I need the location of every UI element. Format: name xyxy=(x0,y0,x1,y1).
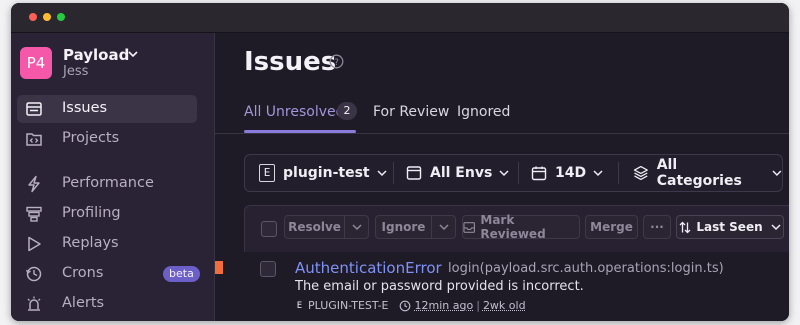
filter-divider xyxy=(518,162,519,184)
date-filter[interactable]: 14D xyxy=(531,155,603,191)
close-window-button[interactable] xyxy=(29,13,37,21)
sidebar-item-issues[interactable]: Issues xyxy=(17,95,197,123)
profiling-icon xyxy=(26,206,42,222)
org-avatar[interactable]: P4 xyxy=(20,47,52,79)
app-window: P4 Payload Jess Issues Projects Performa… xyxy=(11,3,789,321)
meta-separator: | xyxy=(476,299,480,312)
sidebar-item-label: Projects xyxy=(62,130,120,146)
mark-reviewed-button[interactable]: Mark Reviewed xyxy=(462,213,580,241)
maximize-window-button[interactable] xyxy=(57,13,65,21)
layers-icon xyxy=(633,165,648,181)
issue-culprit: login(payload.src.auth.operations:login.… xyxy=(448,261,724,276)
beta-badge: beta xyxy=(163,266,200,282)
svg-text:?: ? xyxy=(334,58,339,68)
main-content: Issues ? All Unresolved 2 For Review Ign… xyxy=(215,33,789,321)
issue-last-seen[interactable]: 12min ago xyxy=(415,299,474,312)
clock-icon xyxy=(399,300,410,311)
issues-icon xyxy=(26,102,42,116)
ignore-button[interactable]: Ignore xyxy=(375,215,432,239)
project-filter[interactable]: E plugin-test xyxy=(259,155,387,191)
chevron-down-icon xyxy=(593,170,603,177)
issue-short-id[interactable]: PLUGIN-TEST-E xyxy=(308,299,389,312)
chevron-down-icon[interactable] xyxy=(128,50,138,58)
org-name[interactable]: Payload xyxy=(63,46,129,64)
resolve-dropdown-button[interactable] xyxy=(344,215,369,239)
page-title: Issues xyxy=(244,47,337,77)
resolve-button[interactable]: Resolve xyxy=(284,215,345,239)
chevron-down-icon xyxy=(351,224,362,231)
sidebar-item-label: Alerts xyxy=(62,295,105,311)
issue-actions-bar: Resolve Ignore Mark Reviewed Merge ··· L… xyxy=(244,205,789,253)
project-badge: E xyxy=(259,164,275,182)
filter-divider xyxy=(618,162,619,184)
projects-icon xyxy=(26,133,42,146)
environment-filter-label: All Envs xyxy=(430,165,493,181)
window-icon xyxy=(406,166,422,180)
category-filter-label: All Categories xyxy=(656,157,742,189)
sidebar-item-label: Performance xyxy=(62,175,154,191)
sort-dropdown[interactable]: Last Seen xyxy=(676,215,784,239)
org-user: Jess xyxy=(63,64,89,79)
tabs-divider xyxy=(215,133,789,134)
environment-filter[interactable]: All Envs xyxy=(406,155,509,191)
sidebar-item-label: Profiling xyxy=(62,205,121,221)
tab-count-badge: 2 xyxy=(337,102,357,120)
chevron-down-icon xyxy=(438,224,449,231)
sort-icon xyxy=(679,221,691,233)
chevron-down-icon xyxy=(772,170,782,177)
lightning-icon xyxy=(28,175,40,193)
sidebar-item-label: Issues xyxy=(62,100,108,116)
tab-for-review[interactable]: For Review xyxy=(373,104,449,120)
issue-message: The email or password provided is incorr… xyxy=(295,279,584,294)
sort-label: Last Seen xyxy=(696,220,763,234)
merge-button[interactable]: Merge xyxy=(585,215,638,239)
calendar-icon xyxy=(531,166,547,181)
date-filter-label: 14D xyxy=(555,165,587,181)
issue-title-link[interactable]: AuthenticationError xyxy=(295,259,442,277)
clock-icon xyxy=(25,266,42,282)
siren-icon xyxy=(27,296,41,311)
play-icon xyxy=(28,236,41,252)
issue-checkbox[interactable] xyxy=(260,261,276,277)
more-actions-button[interactable]: ··· xyxy=(643,215,671,239)
issue-first-seen[interactable]: 2wk old xyxy=(483,299,526,312)
chevron-down-icon xyxy=(377,170,387,177)
tab-all-unresolved[interactable]: All Unresolved xyxy=(244,104,345,120)
inbox-icon xyxy=(463,221,476,233)
select-all-checkbox[interactable] xyxy=(261,221,277,237)
mark-reviewed-label: Mark Reviewed xyxy=(480,213,546,241)
tab-ignored[interactable]: Ignored xyxy=(457,104,510,120)
sidebar-item-performance[interactable]: Performance xyxy=(17,170,197,198)
project-badge: E xyxy=(296,300,303,311)
priority-indicator xyxy=(215,261,223,274)
ignore-dropdown-button[interactable] xyxy=(431,215,456,239)
sidebar-item-profiling[interactable]: Profiling xyxy=(17,200,197,228)
filter-divider xyxy=(393,162,394,184)
filter-bar: E plugin-test All Envs 14D All Categorie… xyxy=(244,154,783,192)
category-filter[interactable]: All Categories xyxy=(633,155,782,191)
sidebar-item-crons[interactable]: Crons beta xyxy=(17,260,200,288)
sidebar-item-label: Crons xyxy=(62,265,104,281)
sidebar-item-projects[interactable]: Projects xyxy=(17,125,197,153)
project-filter-label: plugin-test xyxy=(283,165,370,181)
sidebar-item-replays[interactable]: Replays xyxy=(17,230,197,258)
issue-meta: E PLUGIN-TEST-E 12min ago | 2wk old xyxy=(295,299,526,312)
help-icon[interactable]: ? xyxy=(329,54,344,69)
chevron-down-icon xyxy=(499,170,509,177)
sidebar-item-label: Replays xyxy=(62,235,119,251)
chevron-down-icon xyxy=(771,224,781,231)
sidebar: P4 Payload Jess Issues Projects Performa… xyxy=(11,33,215,321)
title-bar xyxy=(11,3,789,33)
minimize-window-button[interactable] xyxy=(43,13,51,21)
sidebar-item-alerts[interactable]: Alerts xyxy=(17,290,197,318)
